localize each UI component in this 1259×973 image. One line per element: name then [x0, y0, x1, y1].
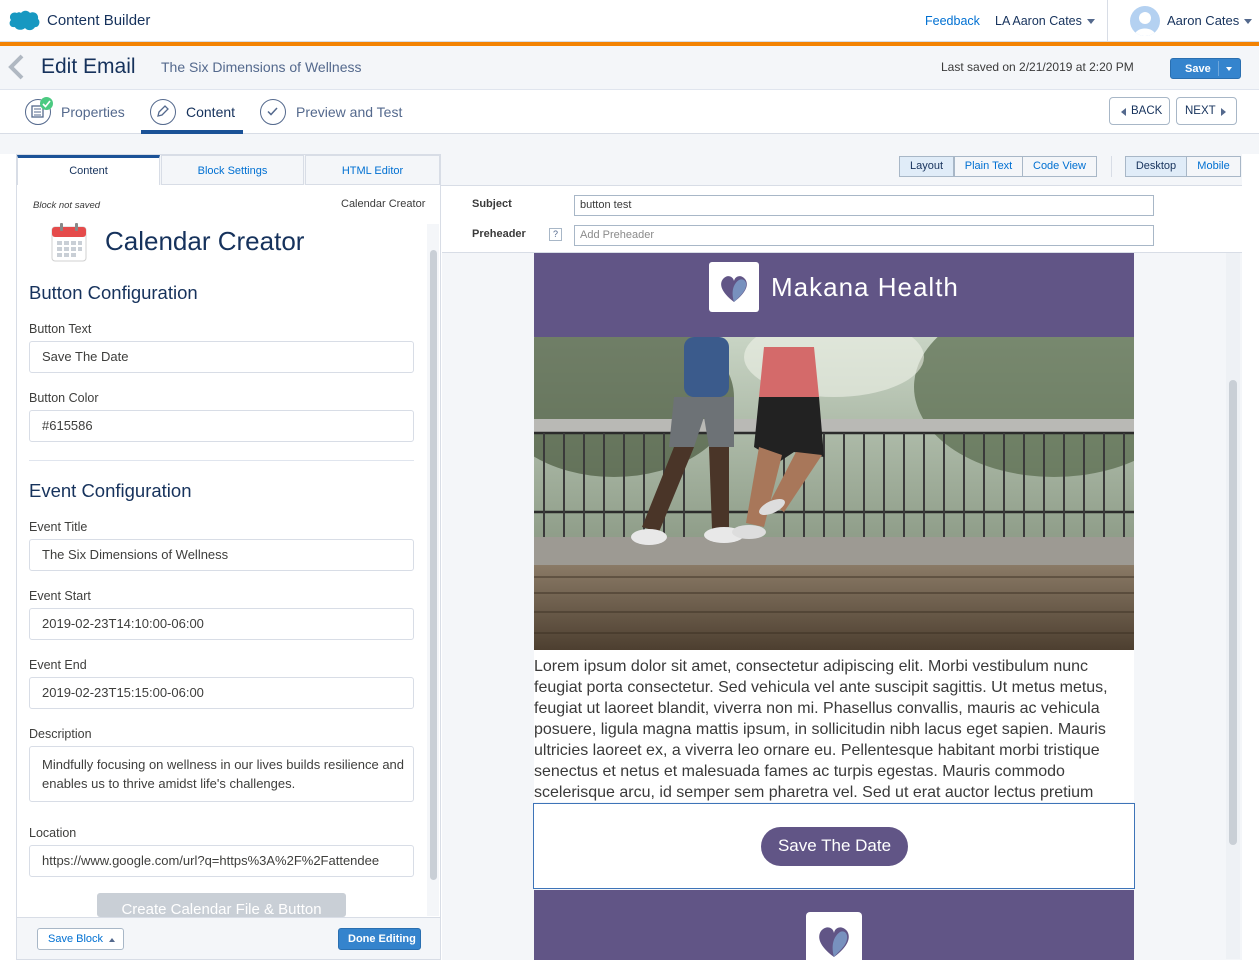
save-block-label: Save Block	[48, 933, 104, 945]
check-icon	[40, 97, 53, 110]
event-title-input[interactable]: The Six Dimensions of Wellness	[29, 539, 414, 571]
event-start-input[interactable]: 2019-02-23T14:10:00-06:00	[29, 608, 414, 640]
feedback-link[interactable]: Feedback	[925, 14, 980, 28]
app-name[interactable]: Content Builder	[47, 12, 150, 29]
save-the-date-label: Save The Date	[777, 836, 892, 855]
back-button-label: BACK	[1131, 105, 1163, 117]
business-unit-label: LA Aaron Cates	[995, 14, 1082, 28]
step-properties[interactable]: Properties	[61, 104, 125, 120]
event-end-input[interactable]: 2019-02-23T15:15:00-06:00	[29, 677, 414, 709]
save-block-button[interactable]: Save Block	[37, 928, 124, 950]
next-button[interactable]: NEXT	[1176, 97, 1237, 125]
preview-toolbar	[441, 154, 1242, 186]
block-title: Calendar Creator	[105, 226, 305, 256]
done-editing-button[interactable]: Done Editing	[338, 928, 421, 950]
button-text-label: Button Text	[29, 322, 92, 336]
tab-block-settings[interactable]: Block Settings	[161, 155, 304, 185]
tab-content[interactable]: Content	[17, 155, 160, 185]
tab-html-editor-label: HTML Editor	[341, 165, 404, 177]
subject-input[interactable]: button test	[574, 195, 1154, 216]
heart-logo-icon	[806, 912, 862, 968]
chevron-left-icon	[1121, 108, 1126, 116]
tab-mobile[interactable]: Mobile	[1186, 156, 1241, 177]
chevron-up-icon	[109, 938, 115, 942]
back-button[interactable]: BACK	[1109, 97, 1170, 125]
heart-logo-icon	[709, 262, 759, 312]
save-the-date-button[interactable]: Save The Date	[761, 827, 908, 866]
email-body-text[interactable]: Lorem ipsum dolor sit amet, consectetur …	[534, 650, 1134, 802]
create-calendar-button[interactable]: Create Calendar File & Button	[97, 893, 346, 917]
email-name: The Six Dimensions of Wellness	[161, 59, 362, 75]
user-avatar-icon[interactable]	[1130, 6, 1160, 36]
save-button-divider	[1218, 61, 1219, 76]
next-button-label: NEXT	[1185, 105, 1216, 117]
button-color-label: Button Color	[29, 391, 99, 405]
workspace-background	[0, 134, 1259, 154]
left-scrollbar-thumb[interactable]	[430, 250, 437, 880]
last-saved-status: Last saved on 2/21/2019 at 2:20 PM	[941, 60, 1134, 74]
brand-name: Makana Health	[771, 272, 959, 302]
block-type-label: Calendar Creator	[341, 198, 426, 210]
tab-layout[interactable]: Layout	[899, 156, 954, 177]
preview-scrollbar-thumb[interactable]	[1229, 380, 1237, 845]
check-icon[interactable]	[260, 99, 286, 125]
section-divider	[29, 460, 414, 461]
tab-block-settings-label: Block Settings	[197, 165, 268, 177]
description-label: Description	[29, 727, 92, 741]
tab-code-view-label: Code View	[1033, 160, 1086, 172]
preheader-label: Preheader	[472, 228, 526, 240]
tab-plain-text-label: Plain Text	[964, 160, 1013, 172]
preheader-input[interactable]: Add Preheader	[574, 225, 1154, 246]
event-start-label: Event Start	[29, 589, 91, 603]
step-preview-and-test[interactable]: Preview and Test	[296, 104, 402, 120]
step-content[interactable]: Content	[186, 104, 235, 120]
chevron-right-icon	[1221, 108, 1226, 116]
tab-html-editor[interactable]: HTML Editor	[305, 155, 440, 185]
calendar-icon	[51, 223, 87, 262]
tab-desktop[interactable]: Desktop	[1125, 156, 1187, 177]
topbar-divider	[1107, 0, 1108, 42]
block-status: Block not saved	[33, 200, 101, 211]
tab-desktop-label: Desktop	[1135, 160, 1177, 172]
back-chevron-icon[interactable]	[6, 53, 26, 81]
hero-image[interactable]	[534, 337, 1134, 650]
help-icon[interactable]: ?	[549, 228, 562, 241]
create-calendar-button-label: Create Calendar File & Button	[121, 901, 322, 917]
subject-label: Subject	[472, 198, 512, 210]
save-button-label: Save	[1185, 63, 1211, 75]
description-textarea[interactable]: Mindfully focusing on wellness in our li…	[29, 746, 414, 802]
user-menu[interactable]: Aaron Cates	[1167, 13, 1253, 28]
salesforce-cloud-icon[interactable]	[8, 10, 40, 32]
location-input[interactable]: https://www.google.com/url?q=https%3A%2F…	[29, 845, 414, 877]
chevron-down-icon[interactable]	[1226, 67, 1232, 71]
done-editing-label: Done Editing	[348, 933, 416, 945]
business-unit-selector[interactable]: LA Aaron Cates	[995, 14, 1095, 28]
tab-layout-label: Layout	[909, 160, 944, 172]
event-end-label: Event End	[29, 658, 87, 672]
chevron-down-icon	[1086, 19, 1095, 25]
tab-content-label: Content	[69, 165, 108, 177]
tab-mobile-label: Mobile	[1197, 160, 1230, 172]
page-title: Edit Email	[41, 55, 136, 78]
tab-code-view[interactable]: Code View	[1022, 156, 1097, 177]
tab-plain-text[interactable]: Plain Text	[954, 156, 1023, 177]
event-title-label: Event Title	[29, 520, 88, 534]
user-name: Aaron Cates	[1167, 13, 1240, 28]
button-configuration-heading: Button Configuration	[29, 282, 198, 303]
event-configuration-heading: Event Configuration	[29, 480, 192, 501]
button-text-input[interactable]: Save The Date	[29, 341, 414, 373]
toolbar-divider	[1111, 156, 1112, 177]
chevron-down-icon	[1244, 19, 1253, 25]
location-label: Location	[29, 826, 77, 840]
pencil-icon[interactable]	[150, 99, 176, 125]
button-color-input[interactable]: #615586	[29, 410, 414, 442]
save-button[interactable]: Save	[1170, 58, 1241, 79]
